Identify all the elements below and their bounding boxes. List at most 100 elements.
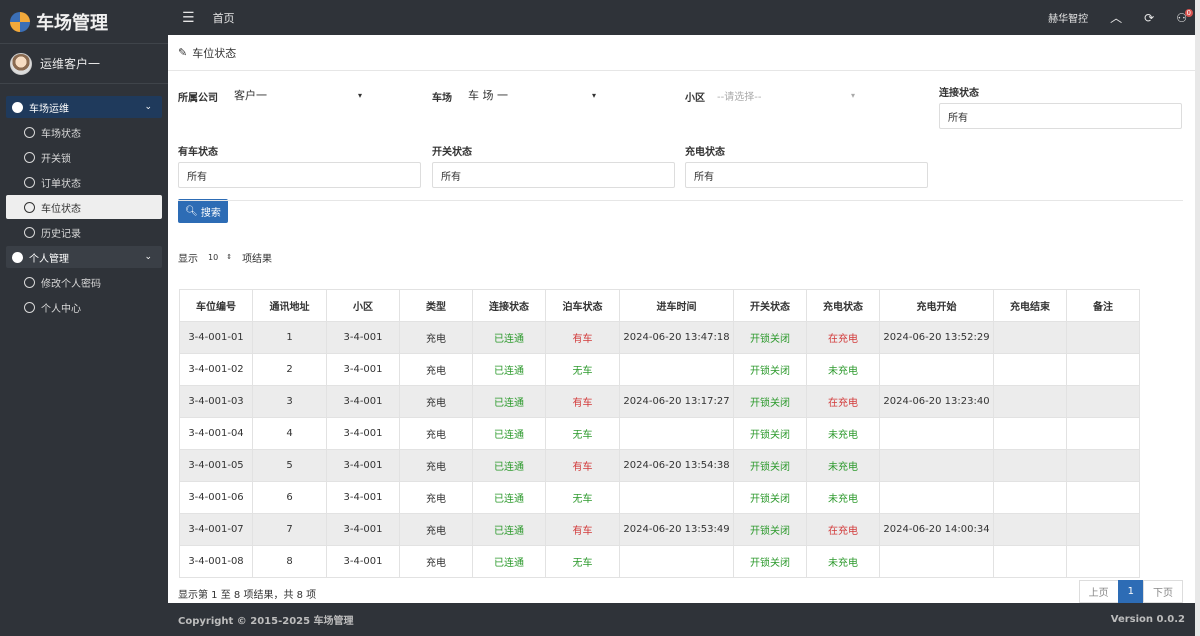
cell-charge-end [993,545,1067,578]
cell-charge-status: 未充电 [806,353,880,386]
brand-logo-icon [10,11,30,32]
next-page-button[interactable]: 下页 [1143,580,1183,603]
sidebar-group-parking-ops[interactable]: 车场运维 ⌄ [6,96,162,118]
main-content: ✎ 车位状态 所属公司 客户一 ▾ 车场 车 场 一 ▾ 小区 --请选择-- … [168,35,1195,603]
length-prefix: 显示 [178,253,198,265]
cell-remark [1066,513,1140,546]
table-row: 3-4-001-06 6 3-4-001 充电 已连通 无车 开锁关闭 未充电 [179,481,1140,514]
page-length-control: 显示 10 ⇕ 项结果 [178,248,272,266]
col-header-space-id[interactable]: 车位编号 [179,289,253,322]
cell-comm-address: 4 [252,417,327,450]
table-row: 3-4-001-01 1 3-4-001 充电 已连通 有车 2024-06-20 13:4… [179,321,1140,354]
search-button[interactable]: 🔍︎ 搜索 [178,199,228,223]
circle-outline-icon [24,176,35,188]
sidebar-item-change-password[interactable]: 修改个人密码 [6,270,162,294]
col-header-conn-status[interactable]: 连接状态 [472,289,546,322]
charge-status-select[interactable]: 所有 [685,162,928,188]
charge-status-label: 充电状态 [685,147,725,158]
car-status-value: 所有 [187,171,207,183]
cell-conn-status: 已连通 [472,321,546,354]
cell-remark [1066,545,1140,578]
sidebar-item-lot-status[interactable]: 车场状态 [6,120,162,144]
sidebar-group-personal[interactable]: 个人管理 ⌄ [6,246,162,268]
col-header-type[interactable]: 类型 [399,289,473,322]
cell-charge-start [879,353,994,386]
lot-label: 车场 [432,93,452,104]
col-header-area[interactable]: 小区 [326,289,400,322]
cell-area: 3-4-001 [326,417,400,450]
divider [178,200,1183,201]
cell-switch-status: 开锁关闭 [733,417,807,450]
table-header-row: 车位编号 通讯地址 小区 类型 连接状态 泊车状态 进车时间 开关状态 充电状态 充电开始 充电结束… [179,289,1140,322]
circle-outline-icon [24,226,35,238]
col-header-charge-end[interactable]: 充电结束 [993,289,1067,322]
sidebar-item-lock-switch[interactable]: 开关锁 [6,145,162,169]
caret-down-icon: ▾ [591,90,596,100]
sidebar: 车场管理 运维客户一 车场运维 ⌄ 车场状态 开关锁 订单状态 车位状态 历史记… [0,0,168,636]
prev-page-button[interactable]: 上页 [1078,580,1119,603]
scrollbar[interactable] [1195,0,1200,636]
col-header-remark[interactable]: 备注 [1066,289,1140,322]
circle-outline-icon [24,201,35,213]
cell-remark [1066,385,1140,418]
sidebar-item-profile[interactable]: 个人中心 [6,295,162,319]
col-header-comm-address[interactable]: 通讯地址 [252,289,327,322]
cell-comm-address: 6 [252,481,327,514]
hamburger-menu-icon[interactable]: ☰ [182,10,195,26]
col-header-charge-start[interactable]: 充电开始 [879,289,994,322]
sidebar-item-history[interactable]: 历史记录 [6,220,162,244]
cell-comm-address: 1 [252,321,327,354]
table-row: 3-4-001-05 5 3-4-001 充电 已连通 有车 2024-06-20 13:5… [179,449,1140,482]
col-header-entry-time[interactable]: 进车时间 [619,289,734,322]
page-length-select[interactable]: 10 ⇕ [204,248,236,266]
sidebar-item-space-status[interactable]: 车位状态 [6,195,162,219]
space-status-table: 车位编号 通讯地址 小区 类型 连接状态 泊车状态 进车时间 开关状态 充电状态 充电开始 充电结束… [179,289,1140,578]
cell-area: 3-4-001 [326,353,400,386]
col-header-charge-status[interactable]: 充电状态 [806,289,880,322]
cell-charge-end [993,449,1067,482]
chevron-up-icon[interactable]: ︿ [1110,9,1122,26]
cell-charge-status: 在充电 [806,513,880,546]
user-icon[interactable]: ⚇ 0 [1176,8,1193,25]
col-header-switch-status[interactable]: 开关状态 [733,289,807,322]
car-status-select[interactable]: 所有 [178,162,421,188]
cell-area: 3-4-001 [326,513,400,546]
sidebar-item-label: 历史记录 [41,228,81,240]
cell-park-status: 无车 [545,417,620,450]
cell-type: 充电 [399,449,473,482]
cell-remark [1066,321,1140,354]
company-select[interactable]: 客户一 ▾ [228,84,368,106]
sidebar-item-label: 个人中心 [41,303,81,315]
footer: Copyright © 2015-2025 车场管理 Version 0.0.2 [168,603,1195,636]
home-link[interactable]: 首页 [213,10,235,26]
sidebar-group-label: 个人管理 [29,253,69,265]
sidebar-item-order-status[interactable]: 订单状态 [6,170,162,194]
area-label: 小区 [685,93,705,104]
cell-comm-address: 5 [252,449,327,482]
cell-switch-status: 开锁关闭 [733,513,807,546]
conn-status-select[interactable]: 所有 [939,103,1182,129]
cell-remark [1066,417,1140,450]
cell-comm-address: 2 [252,353,327,386]
switch-status-select[interactable]: 所有 [432,162,675,188]
table-info: 显示第 1 至 8 项结果，共 8 项 [178,590,317,601]
lot-select[interactable]: 车 场 一 ▾ [462,84,602,106]
refresh-icon[interactable]: ⟳ [1144,11,1154,25]
cell-park-status: 无车 [545,481,620,514]
updown-icon: ⇕ [226,253,233,261]
cell-entry-time [619,417,734,450]
cell-park-status: 有车 [545,321,620,354]
cell-park-status: 无车 [545,545,620,578]
company-label: 所属公司 [178,93,218,104]
charge-status-value: 所有 [694,171,714,183]
area-select-placeholder: --请选择-- [717,91,762,103]
sidebar-item-label: 订单状态 [41,178,81,190]
cell-charge-end [993,513,1067,546]
cell-space-id: 3-4-001-07 [179,513,253,546]
page-1-button[interactable]: 1 [1117,580,1144,603]
pagination: 上页 1 下页 [1078,580,1183,603]
cell-switch-status: 开锁关闭 [733,545,807,578]
col-header-park-status[interactable]: 泊车状态 [545,289,620,322]
car-status-label: 有车状态 [178,147,218,158]
area-select[interactable]: --请选择-- ▾ [711,84,861,106]
